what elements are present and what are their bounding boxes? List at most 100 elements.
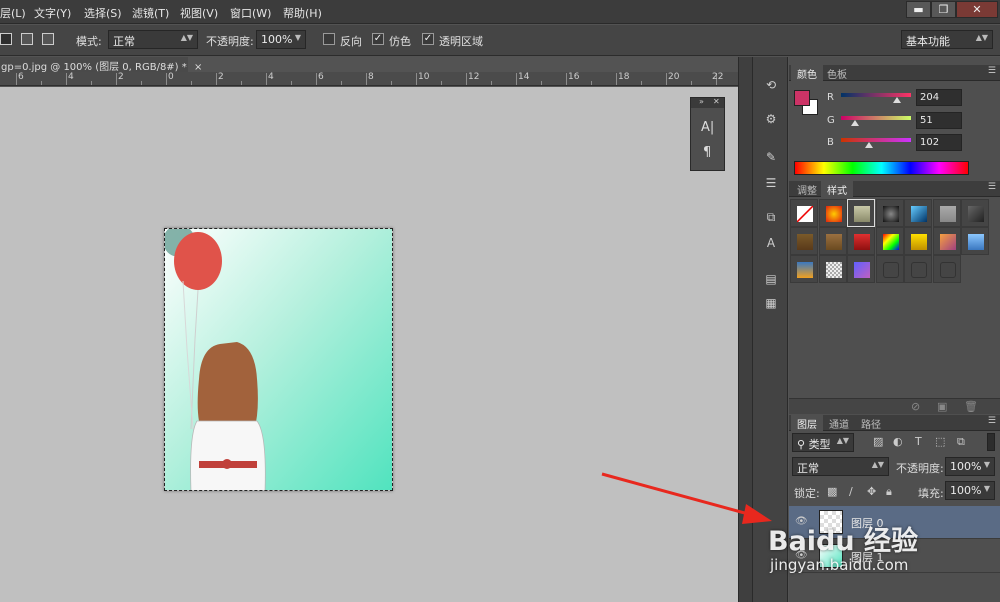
tab-channels[interactable]: 通道 [823,415,855,431]
green-value-field[interactable]: 51 [916,112,962,129]
filter-smart-object-icon[interactable]: ⧉ [957,435,965,449]
clone-source-icon[interactable]: ⧉ [762,209,780,225]
ruler-number: 2 [218,72,224,82]
menu-type[interactable]: 文字(Y) [34,5,71,21]
properties-icon[interactable]: ⚙ [762,111,780,127]
restore-button[interactable]: ❐ [931,1,956,18]
layer-filter-value: 类型 [808,438,831,451]
ruler-tick [116,73,117,85]
tab-color[interactable]: 颜色 [791,65,823,81]
delete-style-icon[interactable]: 🗑 [964,400,978,413]
character-icon[interactable]: A| [701,120,714,135]
style-preset[interactable] [875,199,904,227]
color-spectrum-bar[interactable] [794,161,969,175]
style-preset[interactable] [932,199,961,227]
clear-style-icon[interactable]: ⊘ [911,400,920,413]
style-preset[interactable] [790,227,818,255]
brush-icon[interactable]: ✎ [762,149,780,165]
filter-type-icon[interactable]: T [915,435,922,448]
style-preset[interactable] [904,255,932,283]
vertical-scrollbar[interactable] [738,57,752,602]
style-preset[interactable] [818,199,847,227]
style-swatch [882,234,899,250]
character-styles-icon[interactable]: A [762,235,780,251]
tab-layers[interactable]: 图层 [791,415,823,431]
girl-with-balloon-illustration [165,229,392,490]
blend-mode-dropdown[interactable]: 正常 ▲▼ [792,457,889,476]
styles-footer: ⊘ ▣ 🗑 [789,398,1000,414]
red-slider-thumb[interactable] [893,97,901,103]
dither-checkbox[interactable]: ✓ [372,33,384,45]
panel-menu-icon[interactable]: ☰ [988,416,996,426]
layer-opacity-field[interactable]: 100% ▼ [945,457,995,476]
style-preset[interactable] [847,199,875,227]
green-slider-thumb[interactable] [851,120,859,126]
style-preset[interactable] [932,255,961,283]
style-preset[interactable] [875,227,904,255]
tab-adjustments[interactable]: 调整 [791,181,823,197]
gradient-style-icon[interactable] [0,33,12,45]
style-preset[interactable] [875,255,904,283]
document-tab[interactable]: gp=0.jpg @ 100% (图层 0, RGB/8#) * × [0,57,202,73]
notes-icon[interactable]: ▦ [762,295,780,311]
lock-transparent-icon[interactable]: ▩ [827,485,837,498]
tab-swatches[interactable]: 色板 [821,65,853,81]
collapse-icon[interactable]: » [699,97,704,106]
lock-position-icon[interactable]: ✥ [867,485,876,498]
foreground-swatch[interactable] [794,90,810,106]
blue-slider[interactable] [841,138,911,142]
gradient-radial-icon[interactable] [42,33,54,45]
layer-filter-dropdown[interactable]: ⚲ 类型 ▲▼ [792,433,854,452]
transparency-checkbox[interactable]: ✓ [422,33,434,45]
history-icon[interactable]: ⟲ [762,77,780,93]
workspace-dropdown[interactable]: 基本功能 ▲▼ [901,30,993,49]
filter-shape-icon[interactable]: ⬚ [935,435,945,448]
ruler-tick [416,73,417,85]
tab-styles[interactable]: 样式 [821,181,853,197]
style-swatch [882,206,899,222]
style-preset[interactable] [904,199,932,227]
style-swatch [825,234,842,250]
menu-filter[interactable]: 滤镜(T) [132,5,169,21]
menu-layer[interactable]: 层(L) [0,5,26,21]
reverse-checkbox[interactable] [323,33,335,45]
style-preset[interactable] [818,227,847,255]
tab-paths[interactable]: 路径 [855,415,887,431]
red-value-field[interactable]: 204 [916,89,962,106]
menu-view[interactable]: 视图(V) [180,5,218,21]
style-preset[interactable] [904,227,932,255]
lock-pixels-icon[interactable]: ∕ [849,485,853,498]
style-preset[interactable] [847,227,875,255]
close-button[interactable]: ✕ [956,1,998,18]
style-preset[interactable] [932,227,961,255]
blue-value-field[interactable]: 102 [916,134,962,151]
brush-presets-icon[interactable]: ☰ [762,175,780,191]
panel-menu-icon[interactable]: ☰ [988,66,996,76]
menu-window[interactable]: 窗口(W) [230,5,271,21]
menu-select[interactable]: 选择(S) [84,5,122,21]
filter-adjustment-icon[interactable]: ◐ [893,435,903,448]
style-preset[interactable] [961,227,989,255]
minimize-button[interactable]: ▬ [906,1,931,18]
filter-toggle[interactable] [987,433,995,451]
filter-pixel-icon[interactable]: ▨ [873,435,883,448]
style-preset[interactable] [790,199,818,227]
info-icon[interactable]: ▤ [762,271,780,287]
mode-dropdown[interactable]: 正常 ▲▼ [108,30,198,49]
panel-menu-icon[interactable]: ☰ [988,182,996,192]
gradient-linear-icon[interactable] [21,33,33,45]
document-image[interactable] [164,228,393,491]
style-preset[interactable] [818,255,847,283]
lock-all-icon[interactable]: 🔒︎ [886,485,892,499]
blue-slider-thumb[interactable] [865,142,873,148]
close-icon[interactable]: ✕ [713,97,720,106]
style-swatch [939,262,956,278]
new-style-icon[interactable]: ▣ [937,400,947,413]
fill-field[interactable]: 100% ▼ [945,481,995,500]
paragraph-icon[interactable]: ¶ [703,145,711,160]
style-preset[interactable] [847,255,875,283]
opacity-field[interactable]: 100% ▼ [256,30,306,49]
menu-help[interactable]: 帮助(H) [283,5,322,21]
style-preset[interactable] [961,199,989,227]
style-preset[interactable] [790,255,818,283]
